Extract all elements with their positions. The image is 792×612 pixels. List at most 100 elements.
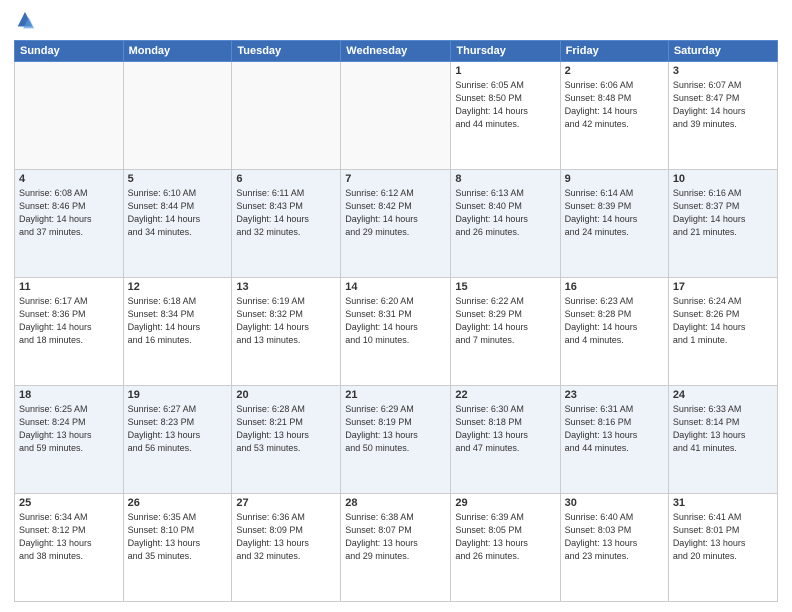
day-info: Sunrise: 6:39 AM Sunset: 8:05 PM Dayligh… — [455, 511, 555, 563]
day-number: 16 — [565, 281, 664, 293]
calendar-day-cell: 30 Sunrise: 6:40 AM Sunset: 8:03 PM Dayli… — [560, 494, 668, 602]
day-info: Sunrise: 6:36 AM Sunset: 8:09 PM Dayligh… — [236, 511, 336, 563]
day-number: 11 — [19, 281, 119, 293]
day-info: Sunrise: 6:17 AM Sunset: 8:36 PM Dayligh… — [19, 295, 119, 347]
day-info: Sunrise: 6:10 AM Sunset: 8:44 PM Dayligh… — [128, 187, 228, 239]
calendar-day-cell: 24 Sunrise: 6:33 AM Sunset: 8:14 PM Dayli… — [668, 386, 777, 494]
calendar-day-cell: 8 Sunrise: 6:13 AM Sunset: 8:40 PM Daylig… — [451, 170, 560, 278]
calendar-day-cell: 19 Sunrise: 6:27 AM Sunset: 8:23 PM Dayli… — [123, 386, 232, 494]
day-number: 29 — [455, 497, 555, 509]
day-number: 23 — [565, 389, 664, 401]
calendar-day-cell: 21 Sunrise: 6:29 AM Sunset: 8:19 PM Dayli… — [341, 386, 451, 494]
day-number: 19 — [128, 389, 228, 401]
day-info: Sunrise: 6:25 AM Sunset: 8:24 PM Dayligh… — [19, 403, 119, 455]
calendar-day-cell: 26 Sunrise: 6:35 AM Sunset: 8:10 PM Dayli… — [123, 494, 232, 602]
day-info: Sunrise: 6:40 AM Sunset: 8:03 PM Dayligh… — [565, 511, 664, 563]
calendar-day-cell — [341, 62, 451, 170]
day-info: Sunrise: 6:11 AM Sunset: 8:43 PM Dayligh… — [236, 187, 336, 239]
day-number: 1 — [455, 65, 555, 77]
day-info: Sunrise: 6:05 AM Sunset: 8:50 PM Dayligh… — [455, 79, 555, 131]
day-info: Sunrise: 6:29 AM Sunset: 8:19 PM Dayligh… — [345, 403, 446, 455]
calendar-week-row: 1 Sunrise: 6:05 AM Sunset: 8:50 PM Daylig… — [15, 62, 778, 170]
calendar-day-cell: 7 Sunrise: 6:12 AM Sunset: 8:42 PM Daylig… — [341, 170, 451, 278]
day-info: Sunrise: 6:33 AM Sunset: 8:14 PM Dayligh… — [673, 403, 773, 455]
day-number: 30 — [565, 497, 664, 509]
calendar-table: SundayMondayTuesdayWednesdayThursdayFrid… — [14, 40, 778, 602]
header — [14, 10, 778, 32]
day-info: Sunrise: 6:22 AM Sunset: 8:29 PM Dayligh… — [455, 295, 555, 347]
day-info: Sunrise: 6:34 AM Sunset: 8:12 PM Dayligh… — [19, 511, 119, 563]
calendar-day-cell: 10Sunrise: 6:16 AM Sunset: 8:37 PM Dayli… — [668, 170, 777, 278]
calendar-week-row: 4 Sunrise: 6:08 AM Sunset: 8:46 PM Daylig… — [15, 170, 778, 278]
calendar-day-cell: 4 Sunrise: 6:08 AM Sunset: 8:46 PM Daylig… — [15, 170, 124, 278]
weekday-header: Tuesday — [232, 41, 341, 62]
day-info: Sunrise: 6:20 AM Sunset: 8:31 PM Dayligh… — [345, 295, 446, 347]
day-number: 9 — [565, 173, 664, 185]
day-number: 13 — [236, 281, 336, 293]
calendar-week-row: 18 Sunrise: 6:25 AM Sunset: 8:24 PM Dayli… — [15, 386, 778, 494]
calendar-day-cell: 17 Sunrise: 6:24 AM Sunset: 8:26 PM Dayli… — [668, 278, 777, 386]
calendar-day-cell: 3Sunrise: 6:07 AM Sunset: 8:47 PM Daylig… — [668, 62, 777, 170]
day-info: Sunrise: 6:16 AM Sunset: 8:37 PM Dayligh… — [673, 187, 773, 239]
day-info: Sunrise: 6:35 AM Sunset: 8:10 PM Dayligh… — [128, 511, 228, 563]
day-number: 21 — [345, 389, 446, 401]
day-info: Sunrise: 6:08 AM Sunset: 8:46 PM Dayligh… — [19, 187, 119, 239]
day-number: 25 — [19, 497, 119, 509]
day-number: 18 — [19, 389, 119, 401]
day-info: Sunrise: 6:31 AM Sunset: 8:16 PM Dayligh… — [565, 403, 664, 455]
day-info: Sunrise: 6:14 AM Sunset: 8:39 PM Dayligh… — [565, 187, 664, 239]
day-info: Sunrise: 6:19 AM Sunset: 8:32 PM Dayligh… — [236, 295, 336, 347]
calendar-day-cell: 25 Sunrise: 6:34 AM Sunset: 8:12 PM Dayli… — [15, 494, 124, 602]
day-info: Sunrise: 6:30 AM Sunset: 8:18 PM Dayligh… — [455, 403, 555, 455]
day-info: Sunrise: 6:24 AM Sunset: 8:26 PM Dayligh… — [673, 295, 773, 347]
calendar-day-cell: 29 Sunrise: 6:39 AM Sunset: 8:05 PM Dayli… — [451, 494, 560, 602]
calendar-day-cell: 22 Sunrise: 6:30 AM Sunset: 8:18 PM Dayli… — [451, 386, 560, 494]
calendar-day-cell: 13 Sunrise: 6:19 AM Sunset: 8:32 PM Dayli… — [232, 278, 341, 386]
day-info: Sunrise: 6:28 AM Sunset: 8:21 PM Dayligh… — [236, 403, 336, 455]
day-number: 15 — [455, 281, 555, 293]
calendar-day-cell: 23 Sunrise: 6:31 AM Sunset: 8:16 PM Dayli… — [560, 386, 668, 494]
calendar-day-cell: 1 Sunrise: 6:05 AM Sunset: 8:50 PM Daylig… — [451, 62, 560, 170]
calendar-day-cell: 28 Sunrise: 6:38 AM Sunset: 8:07 PM Dayli… — [341, 494, 451, 602]
day-info: Sunrise: 6:38 AM Sunset: 8:07 PM Dayligh… — [345, 511, 446, 563]
day-number: 12 — [128, 281, 228, 293]
day-number: 26 — [128, 497, 228, 509]
calendar-day-cell: 14 Sunrise: 6:20 AM Sunset: 8:31 PM Dayli… — [341, 278, 451, 386]
day-number: 5 — [128, 173, 228, 185]
weekday-header: Thursday — [451, 41, 560, 62]
day-number: 24 — [673, 389, 773, 401]
day-info: Sunrise: 6:27 AM Sunset: 8:23 PM Dayligh… — [128, 403, 228, 455]
page: SundayMondayTuesdayWednesdayThursdayFrid… — [0, 0, 792, 612]
day-info: Sunrise: 6:18 AM Sunset: 8:34 PM Dayligh… — [128, 295, 228, 347]
calendar-day-cell — [15, 62, 124, 170]
calendar-day-cell: 31Sunrise: 6:41 AM Sunset: 8:01 PM Dayli… — [668, 494, 777, 602]
day-number: 27 — [236, 497, 336, 509]
day-info: Sunrise: 6:12 AM Sunset: 8:42 PM Dayligh… — [345, 187, 446, 239]
calendar-day-cell: 6 Sunrise: 6:11 AM Sunset: 8:43 PM Daylig… — [232, 170, 341, 278]
day-number: 20 — [236, 389, 336, 401]
calendar-day-cell: 5 Sunrise: 6:10 AM Sunset: 8:44 PM Daylig… — [123, 170, 232, 278]
calendar-day-cell: 16Sunrise: 6:23 AM Sunset: 8:28 PM Dayli… — [560, 278, 668, 386]
day-number: 7 — [345, 173, 446, 185]
calendar-day-cell: 11 Sunrise: 6:17 AM Sunset: 8:36 PM Dayli… — [15, 278, 124, 386]
day-number: 14 — [345, 281, 446, 293]
day-number: 4 — [19, 173, 119, 185]
weekday-header: Friday — [560, 41, 668, 62]
day-number: 28 — [345, 497, 446, 509]
calendar-day-cell: 9 Sunrise: 6:14 AM Sunset: 8:39 PM Daylig… — [560, 170, 668, 278]
day-number: 2 — [565, 65, 664, 77]
calendar-day-cell: 15 Sunrise: 6:22 AM Sunset: 8:29 PM Dayli… — [451, 278, 560, 386]
weekday-header: Monday — [123, 41, 232, 62]
calendar-day-cell: 27 Sunrise: 6:36 AM Sunset: 8:09 PM Dayli… — [232, 494, 341, 602]
day-number: 22 — [455, 389, 555, 401]
day-info: Sunrise: 6:06 AM Sunset: 8:48 PM Dayligh… — [565, 79, 664, 131]
day-number: 8 — [455, 173, 555, 185]
calendar-day-cell: 12 Sunrise: 6:18 AM Sunset: 8:34 PM Dayli… — [123, 278, 232, 386]
day-info: Sunrise: 6:13 AM Sunset: 8:40 PM Dayligh… — [455, 187, 555, 239]
day-number: 17 — [673, 281, 773, 293]
day-number: 6 — [236, 173, 336, 185]
logo-icon — [14, 10, 36, 32]
calendar-day-cell: 2 Sunrise: 6:06 AM Sunset: 8:48 PM Daylig… — [560, 62, 668, 170]
calendar-week-row: 11 Sunrise: 6:17 AM Sunset: 8:36 PM Dayli… — [15, 278, 778, 386]
logo — [14, 10, 40, 32]
